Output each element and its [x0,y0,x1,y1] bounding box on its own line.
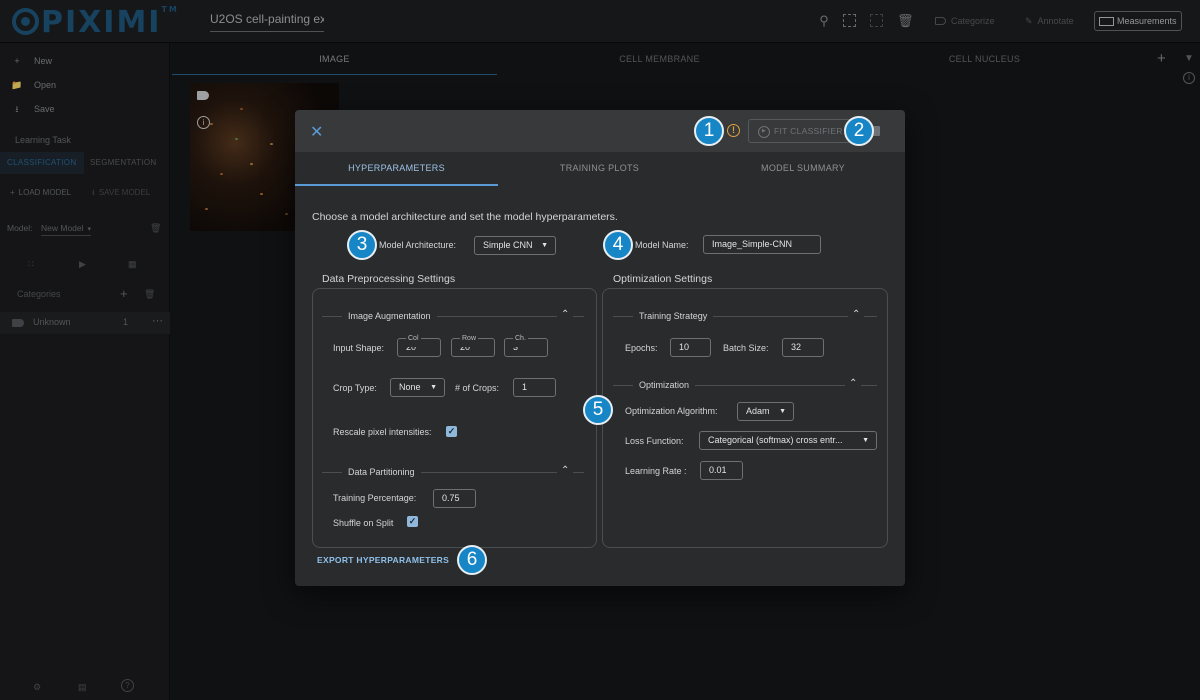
tab-model-summary[interactable]: MODEL SUMMARY [701,158,905,186]
col-label: Col [406,330,421,347]
callout-badge-5: 5 [583,395,613,425]
chevron-up-icon[interactable]: ⌃ [557,465,574,476]
tab-hyperparameters[interactable]: HYPERPARAMETERS [295,158,498,186]
model-architecture-select[interactable]: Simple CNN ▼ [474,236,556,255]
export-hyperparameters-button[interactable]: EXPORT HYPERPARAMETERS [317,555,449,565]
chevron-up-icon[interactable]: ⌃ [557,309,574,320]
data-partitioning-label: Data Partitioning [342,467,421,477]
callout-badge-2: 2 [844,116,874,146]
caret-down-icon: ▼ [430,384,437,391]
optimization-settings-title: Optimization Settings [613,273,713,285]
input-shape-row[interactable]: Row 20 [451,330,495,357]
loss-function-select[interactable]: Categorical (softmax) cross entr... ▼ [699,431,877,450]
shuffle-label: Shuffle on Split [333,518,394,528]
callout-badge-1: 1 [694,116,724,146]
model-architecture-label: Model Architecture: [379,240,457,250]
training-percentage-label: Training Percentage: [333,493,417,503]
model-name-input[interactable]: Image_Simple-CNN [703,235,821,254]
crop-type-select[interactable]: None ▼ [390,378,445,397]
loss-function-label: Loss Function: [625,436,684,446]
fit-classifier-dialog: ✕ ! FIT CLASSIFIER HYPERPARAMETERS TRAIN… [295,110,905,586]
dialog-intro-text: Choose a model architecture and set the … [312,211,618,223]
model-name-label: Model Name: [635,240,689,250]
warning-icon: ! [727,124,740,137]
input-shape-col[interactable]: Col 20 [397,330,441,357]
callout-badge-6: 6 [457,545,487,575]
learning-rate-input[interactable]: 0.01 [700,461,743,480]
batch-size-label: Batch Size: [723,343,769,353]
batch-size-input[interactable]: 32 [782,338,824,357]
shuffle-checkbox[interactable]: ✓ [407,516,418,527]
input-shape-label: Input Shape: [333,343,385,353]
rescale-label: Rescale pixel intensities: [333,427,432,437]
callout-badge-4: 4 [603,230,633,260]
epochs-label: Epochs: [625,343,658,353]
num-crops-input[interactable]: 1 [513,378,556,397]
optimization-algorithm-select[interactable]: Adam ▼ [737,402,794,421]
input-shape-channels[interactable]: Ch. 3 [504,330,548,357]
chevron-up-icon[interactable]: ⌃ [845,378,862,389]
caret-down-icon: ▼ [779,408,786,415]
caret-down-icon: ▼ [862,437,869,444]
epochs-input[interactable]: 10 [670,338,711,357]
optimization-label: Optimization [633,380,696,390]
chevron-up-icon[interactable]: ⌃ [848,309,865,320]
crop-type-label: Crop Type: [333,383,377,393]
training-percentage-input[interactable]: 0.75 [433,489,476,508]
data-preprocessing-title: Data Preprocessing Settings [322,273,456,285]
rescale-checkbox[interactable]: ✓ [446,426,457,437]
training-strategy-label: Training Strategy [633,311,714,321]
callout-badge-3: 3 [347,230,377,260]
data-preprocessing-panel [312,288,597,548]
tab-training-plots[interactable]: TRAINING PLOTS [498,158,701,186]
image-augmentation-label: Image Augmentation [342,311,437,321]
learning-rate-label: Learning Rate : [625,466,687,476]
close-icon[interactable]: ✕ [310,122,323,142]
ch-label: Ch. [513,330,528,347]
optimization-algorithm-label: Optimization Algorithm: [625,406,718,416]
num-crops-label: # of Crops: [455,383,500,393]
caret-down-icon: ▼ [541,242,548,249]
row-label: Row [460,330,479,347]
